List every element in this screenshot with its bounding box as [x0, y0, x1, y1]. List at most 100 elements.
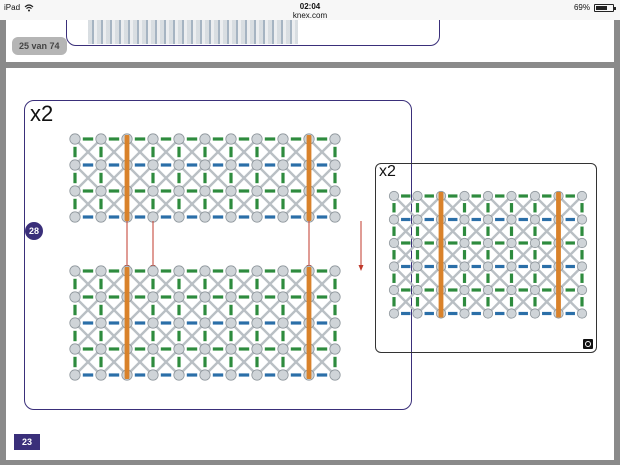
current-page[interactable]: x2 28 x2 23: [6, 68, 614, 460]
model-assembly: [69, 265, 341, 381]
vertical-rod: [255, 330, 259, 342]
horizontal-rod: [290, 269, 302, 273]
horizontal-rod: [108, 321, 120, 325]
horizontal-rod: [134, 321, 146, 325]
horizontal-rod: [212, 137, 224, 141]
horizontal-rod: [160, 321, 172, 325]
connector: [506, 261, 517, 272]
connector: [506, 190, 517, 202]
vertical-rod: [229, 278, 233, 290]
horizontal-rod: [565, 217, 575, 222]
horizontal-rod: [108, 215, 120, 219]
status-right: 69%: [574, 3, 616, 12]
connector: [173, 265, 185, 277]
vertical-rod: [533, 226, 537, 236]
horizontal-rod: [108, 295, 120, 299]
vertical-rod: [203, 356, 207, 368]
horizontal-rod: [212, 321, 224, 325]
connector: [173, 159, 185, 171]
connector: [506, 284, 517, 296]
clock: 02:04: [299, 2, 321, 11]
horizontal-rod: [238, 137, 250, 141]
vertical-rod: [151, 172, 155, 184]
horizontal-rod: [471, 241, 481, 245]
horizontal-rod: [238, 189, 250, 193]
connector: [388, 190, 400, 202]
vertical-rod: [151, 304, 155, 316]
horizontal-rod: [316, 295, 328, 299]
horizontal-rod: [82, 137, 94, 141]
vertical-rod: [533, 203, 537, 213]
horizontal-rod: [448, 194, 458, 198]
connector: [173, 185, 185, 197]
horizontal-rod: [82, 373, 94, 377]
horizontal-rod: [542, 241, 552, 245]
connector: [173, 317, 185, 329]
connector: [147, 185, 159, 197]
vertical-rod: [99, 330, 103, 342]
vertical-rod: [99, 304, 103, 316]
vertical-rod: [73, 278, 77, 290]
horizontal-rod: [542, 217, 552, 222]
horizontal-rod: [186, 137, 198, 141]
horizontal-rod: [448, 217, 458, 222]
vertical-rod: [580, 273, 584, 283]
horizontal-rod: [82, 189, 94, 193]
connector: [482, 214, 494, 225]
vertical-rod: [177, 304, 181, 316]
horizontal-rod: [448, 264, 458, 269]
horizontal-rod: [264, 163, 276, 167]
horizontal-rod: [495, 217, 505, 222]
connector: [482, 261, 494, 272]
horizontal-rod: [448, 241, 458, 245]
horizontal-rod: [134, 269, 146, 273]
connector: [277, 159, 289, 171]
connector: [412, 190, 423, 202]
connector: [69, 265, 81, 277]
vertical-rod: [533, 297, 537, 307]
previous-page[interactable]: [6, 20, 614, 62]
horizontal-rod: [316, 137, 328, 141]
connector: [388, 237, 400, 249]
connector: [506, 237, 517, 249]
connector: [147, 369, 159, 381]
horizontal-rod: [264, 269, 276, 273]
vertical-rod: [281, 304, 285, 316]
vertical-rod: [486, 250, 490, 260]
horizontal-rod: [401, 241, 411, 245]
side-multiplier: x2: [379, 163, 396, 180]
horizontal-rod: [316, 189, 328, 193]
horizontal-rod: [518, 241, 528, 245]
connector: [459, 284, 470, 296]
horizontal-rod: [316, 347, 328, 351]
horizontal-rod: [212, 347, 224, 351]
vertical-rod: [177, 172, 181, 184]
horizontal-rod: [186, 269, 198, 273]
connector: [251, 133, 263, 145]
vertical-rod: [151, 146, 155, 158]
horizontal-rod: [565, 311, 575, 316]
connector: [506, 214, 517, 225]
horizontal-rod: [518, 311, 528, 316]
connector: [576, 190, 588, 202]
horizontal-rod: [108, 373, 120, 377]
horizontal-rod: [518, 194, 528, 198]
horizontal-rod: [134, 163, 146, 167]
horizontal-rod: [424, 241, 434, 245]
connector: [95, 133, 107, 145]
vertical-rod: [333, 278, 337, 290]
connector: [173, 343, 185, 355]
address-url[interactable]: knex.com: [0, 11, 620, 20]
connector: [529, 308, 541, 319]
horizontal-rod: [160, 215, 172, 219]
connector: [225, 185, 237, 197]
vertical-rod: [533, 273, 537, 283]
vertical-rod: [392, 226, 396, 236]
connector: [576, 308, 588, 319]
horizontal-rod: [264, 189, 276, 193]
horizontal-rod: [542, 311, 552, 316]
connector: [277, 369, 289, 381]
horizontal-rod: [212, 163, 224, 167]
bottom-model-grid: [69, 265, 341, 381]
vertical-rod: [203, 278, 207, 290]
